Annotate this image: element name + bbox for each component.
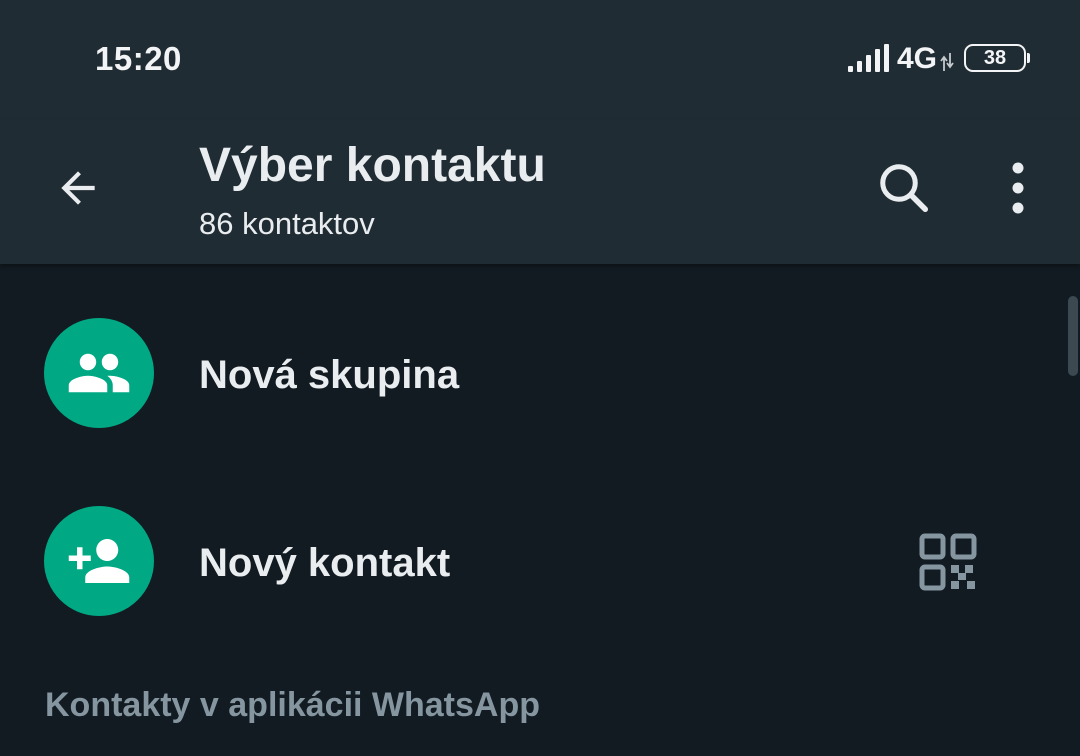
new-group-row[interactable]: Nová skupina: [0, 298, 1060, 448]
back-button[interactable]: [40, 150, 116, 226]
qr-code-icon: [919, 533, 977, 591]
new-group-label: Nová skupina: [199, 353, 460, 397]
search-icon: [880, 164, 928, 212]
qr-code-button[interactable]: [906, 520, 990, 604]
search-button[interactable]: [866, 150, 942, 226]
contact-count: 86 kontaktov: [199, 206, 375, 241]
more-vert-icon: [1012, 162, 1024, 214]
new-contact-avatar: [44, 506, 154, 616]
person-add-icon: [68, 539, 130, 583]
page-title: Výber kontaktu: [199, 139, 546, 192]
new-group-avatar: [44, 318, 154, 428]
battery-tip: [1027, 53, 1030, 63]
new-contact-label: Nový kontakt: [199, 541, 451, 585]
scrollbar-thumb[interactable]: [1068, 296, 1078, 376]
group-icon: [68, 353, 130, 393]
data-arrows-icon: [940, 53, 954, 71]
battery-level: 38: [983, 47, 1007, 69]
back-arrow-icon: [61, 171, 95, 205]
new-contact-row[interactable]: Nový kontakt: [0, 486, 1060, 636]
status-bar: 15:20 4G 38: [0, 0, 1080, 120]
more-options-button[interactable]: [990, 150, 1046, 226]
network-type-label: 4G: [897, 42, 938, 75]
battery-icon: 38: [964, 44, 1030, 72]
status-time: 15:20: [95, 40, 182, 77]
section-header-whatsapp-contacts: Kontakty v aplikácii WhatsApp: [45, 686, 540, 724]
app-bar: Výber kontaktu 86 kontaktov: [0, 120, 1080, 264]
signal-bars-icon: [848, 44, 889, 72]
contact-picker-screen: 15:20 4G 38 Výber kontaktu 86 kontaktov: [0, 0, 1080, 756]
